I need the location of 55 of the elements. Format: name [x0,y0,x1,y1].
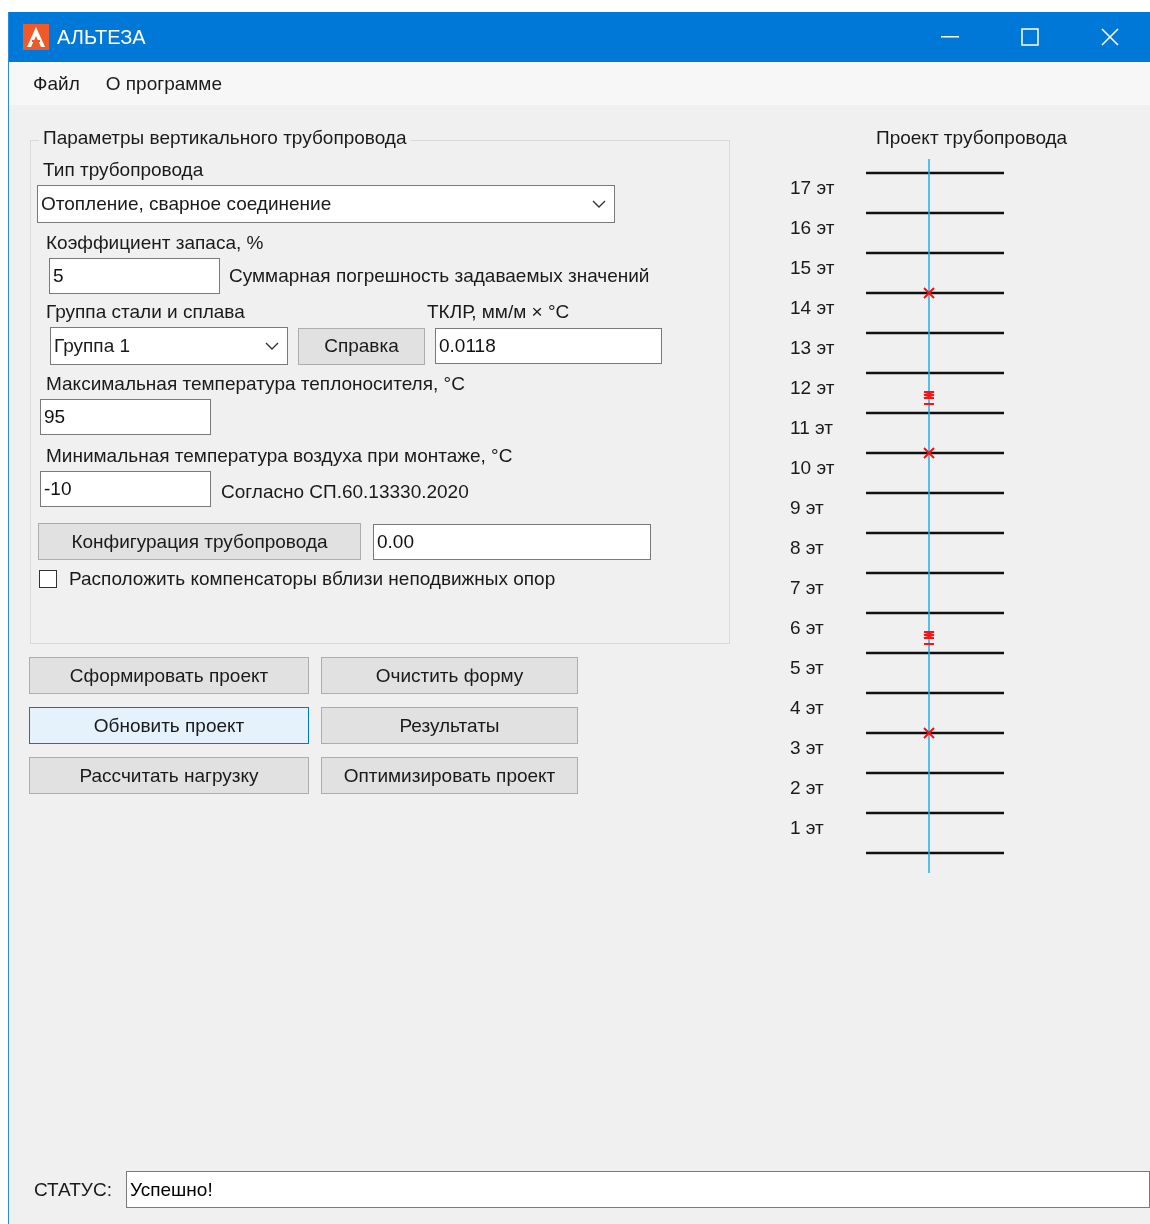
floor-label: 16 эт [790,217,835,238]
action-button[interactable]: Обновить проект [29,707,309,744]
field-label: ТКЛР, мм/м × °C [427,301,570,323]
field-label: Минимальная температура воздуха при монтаже, °C [45,445,514,467]
menu-item[interactable]: О программе [97,70,230,97]
action-button[interactable]: Сформировать проект [29,657,309,694]
floor-label: 1 эт [790,817,824,838]
configuration-field[interactable]: 0.00 [373,523,651,560]
floor-label: 5 эт [790,657,824,678]
maximize-icon [1021,28,1039,46]
field-label: Группа стали и сплава [45,301,246,323]
floor-label: 12 эт [790,377,835,398]
margin-field[interactable]: 5 [49,258,220,294]
menu-item[interactable]: Файл [25,70,88,97]
floor-label: 15 эт [790,257,835,278]
minimize-icon [941,36,959,38]
field-note: Согласно СП.60.13330.2020 [221,481,469,503]
app-logo-icon [23,24,49,50]
action-button[interactable]: Рассчитать нагрузку [29,757,309,794]
action-button[interactable]: Очистить форму [321,657,578,694]
floor-label: 3 эт [790,737,824,758]
help-button[interactable]: Справка [298,327,425,365]
field-label: Максимальная температура теплоносителя, °C [45,373,466,395]
field-note: Суммарная погрешность задаваемых значений [229,265,650,287]
floor-label: 8 эт [790,537,824,558]
min-temp-field[interactable]: -10 [40,471,211,507]
floor-label: 4 эт [790,697,824,718]
floor-label: 11 эт [790,417,833,438]
window-title: АЛЬТЕЗА [57,25,147,49]
dropdown-caret-icon [265,342,279,350]
configuration-button[interactable]: Конфигурация трубопровода [38,523,361,560]
tklr-field[interactable]: 0.0118 [435,328,662,364]
floor-label: 17 эт [790,177,835,198]
diagram-title: Проект трубопровода [876,127,1068,149]
status-label: СТАТУС: [34,1178,112,1201]
floor-label: 10 эт [790,457,835,478]
max-temp-field[interactable]: 95 [40,399,211,435]
field-label: Тип трубопровода [42,159,205,181]
dropdown-caret-icon [592,200,606,208]
floor-label: 9 эт [790,497,824,518]
action-button[interactable]: Результаты [321,707,578,744]
floor-label: 14 эт [790,297,835,318]
group-title: Параметры вертикального трубопровода [39,127,411,149]
pipe-type-dropdown[interactable]: Отопление, сварное соединение [37,185,615,223]
field-label: Коэффициент запаса, % [45,232,265,254]
checkbox-label: Расположить компенсаторы вблизи неподвижных опор [69,568,556,590]
floor-label: 13 эт [790,337,835,358]
floor-label: 6 эт [790,617,824,638]
close-icon [1101,28,1119,46]
status-field[interactable]: Успешно! [125,1171,1150,1208]
checkbox[interactable] [39,570,57,588]
floor-label: 2 эт [790,777,824,798]
action-button[interactable]: Оптимизировать проект [321,757,578,794]
floor-label: 7 эт [790,577,824,598]
steel-group-dropdown[interactable]: Группа 1 [50,327,288,365]
